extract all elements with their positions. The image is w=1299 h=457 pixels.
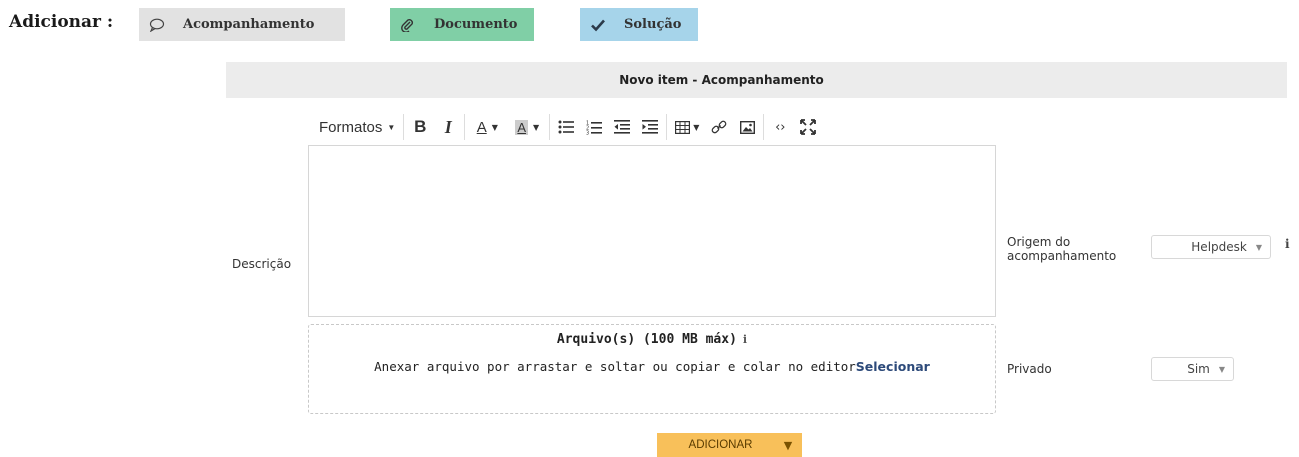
add-followup-label: Acompanhamento bbox=[183, 17, 315, 32]
background-color-icon[interactable]: A ▼ bbox=[507, 113, 547, 141]
info-icon[interactable]: i bbox=[1285, 237, 1290, 251]
private-select-value: Sim bbox=[1187, 362, 1210, 376]
description-editor[interactable] bbox=[308, 145, 996, 317]
text-color-icon[interactable]: A ▼ bbox=[467, 113, 507, 141]
origin-label-line2: acompanhamento bbox=[1007, 249, 1117, 263]
chevron-down-icon: ▼ bbox=[1218, 364, 1225, 374]
add-solution-button[interactable]: Solução bbox=[580, 8, 698, 41]
bullet-list-icon[interactable] bbox=[552, 113, 580, 141]
origin-label-line1: Origem do bbox=[1007, 235, 1071, 249]
add-followup-button[interactable]: Acompanhamento bbox=[139, 8, 345, 41]
form-header-title: Novo item - Acompanhamento bbox=[619, 73, 824, 87]
editor-toolbar: Formatos ▼ B I A ▼ A ▼ 123 ▼ ‹› bbox=[313, 112, 822, 142]
toolbar-divider bbox=[403, 114, 405, 140]
add-document-label: Documento bbox=[434, 17, 518, 32]
checkmark-icon bbox=[590, 18, 612, 32]
toolbar-divider bbox=[763, 114, 765, 140]
caret-down-icon[interactable]: ▼ bbox=[774, 439, 802, 452]
form-header: Novo item - Acompanhamento bbox=[226, 62, 1287, 98]
formats-label: Formatos bbox=[319, 118, 383, 136]
add-label: Adicionar : bbox=[9, 12, 114, 32]
dropzone-title: Arquivo(s) (100 MB máx) i bbox=[308, 332, 996, 347]
chevron-down-icon: ▼ bbox=[387, 122, 396, 132]
indent-icon[interactable] bbox=[636, 113, 664, 141]
dropzone-title-text: Arquivo(s) (100 MB máx) bbox=[556, 332, 737, 347]
select-file-link[interactable]: Selecionar bbox=[856, 359, 930, 374]
private-label: Privado bbox=[1007, 362, 1052, 376]
origin-select-value: Helpdesk bbox=[1191, 240, 1247, 254]
dropzone-instructions-text: Anexar arquivo por arrastar e soltar ou … bbox=[374, 359, 856, 374]
toolbar-divider bbox=[549, 114, 551, 140]
code-icon[interactable]: ‹› bbox=[766, 113, 794, 141]
bold-icon[interactable]: B bbox=[406, 113, 434, 141]
info-icon[interactable]: i bbox=[743, 333, 747, 346]
chevron-down-icon: ▼ bbox=[1255, 242, 1262, 252]
numbered-list-icon[interactable]: 123 bbox=[580, 113, 608, 141]
speech-bubble-icon bbox=[149, 18, 171, 32]
private-select[interactable]: Sim ▼ bbox=[1151, 357, 1234, 381]
link-icon[interactable] bbox=[705, 113, 733, 141]
dropzone-instructions: Anexar arquivo por arrastar e soltar ou … bbox=[308, 359, 996, 374]
submit-add-button[interactable]: ADICIONAR ▼ bbox=[657, 433, 802, 457]
italic-icon[interactable]: I bbox=[434, 113, 462, 141]
add-solution-label: Solução bbox=[624, 17, 682, 32]
formats-dropdown[interactable]: Formatos ▼ bbox=[313, 113, 401, 141]
origin-label: Origem do acompanhamento bbox=[1007, 235, 1116, 263]
outdent-icon[interactable] bbox=[608, 113, 636, 141]
svg-text:3: 3 bbox=[586, 130, 589, 135]
fullscreen-icon[interactable] bbox=[794, 113, 822, 141]
table-icon[interactable]: ▼ bbox=[669, 113, 705, 141]
description-label: Descrição bbox=[232, 257, 292, 271]
submit-add-label: ADICIONAR bbox=[688, 439, 753, 451]
image-icon[interactable] bbox=[733, 113, 761, 141]
origin-select[interactable]: Helpdesk ▼ bbox=[1151, 235, 1271, 259]
paperclip-icon bbox=[400, 18, 422, 32]
toolbar-divider bbox=[666, 114, 668, 140]
add-document-button[interactable]: Documento bbox=[390, 8, 534, 41]
toolbar-divider bbox=[464, 114, 466, 140]
